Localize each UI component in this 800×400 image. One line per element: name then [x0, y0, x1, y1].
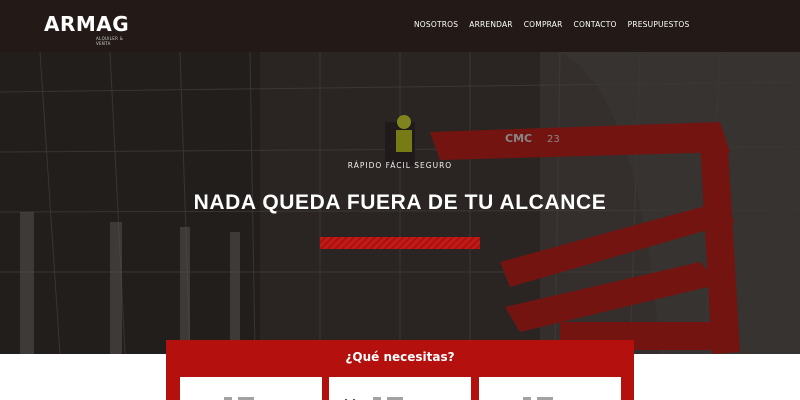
brand-tagline: ALQUILER & VENTA: [96, 36, 124, 46]
calendar-icon: [343, 394, 357, 400]
brand-logo[interactable]: ARMAG ALQUILER & VENTA: [44, 12, 136, 46]
needs-card-quote[interactable]: [479, 377, 621, 400]
hero-title: NADA QUEDA FUERA DE TU ALCANCE: [193, 191, 607, 214]
nav-item-presupuestos[interactable]: PRESUPUESTOS: [628, 20, 690, 29]
nav-item-comprar[interactable]: COMPRAR: [524, 20, 563, 29]
needs-card-rent[interactable]: [180, 377, 322, 400]
needs-panel: ¿Qué necesitas?: [166, 340, 634, 400]
main-nav: NOSOTROS ARRENDAR COMPRAR CONTACTO PRESU…: [414, 20, 701, 29]
hero-kicker: RÁPIDO FÁCIL SEGURO: [347, 161, 453, 170]
truck-icon: [194, 394, 214, 400]
needs-panel-title: ¿Qué necesitas?: [345, 350, 455, 364]
needs-card-schedule[interactable]: [329, 377, 471, 400]
site-header: ARMAG ALQUILER & VENTA NOSOTROS ARRENDAR…: [0, 0, 800, 52]
nav-item-arrendar[interactable]: ARRENDAR: [469, 20, 513, 29]
brand-name: ARMAG: [44, 12, 130, 36]
hero-accent-bar: [320, 237, 480, 249]
nav-item-nosotros[interactable]: NOSOTROS: [414, 20, 458, 29]
clipboard-icon: [493, 394, 507, 400]
hero-banner: CMC 23 RÁPIDO FÁCIL SEGURO NADA QUEDA FU…: [0, 52, 800, 354]
nav-item-contacto[interactable]: CONTACTO: [574, 20, 617, 29]
